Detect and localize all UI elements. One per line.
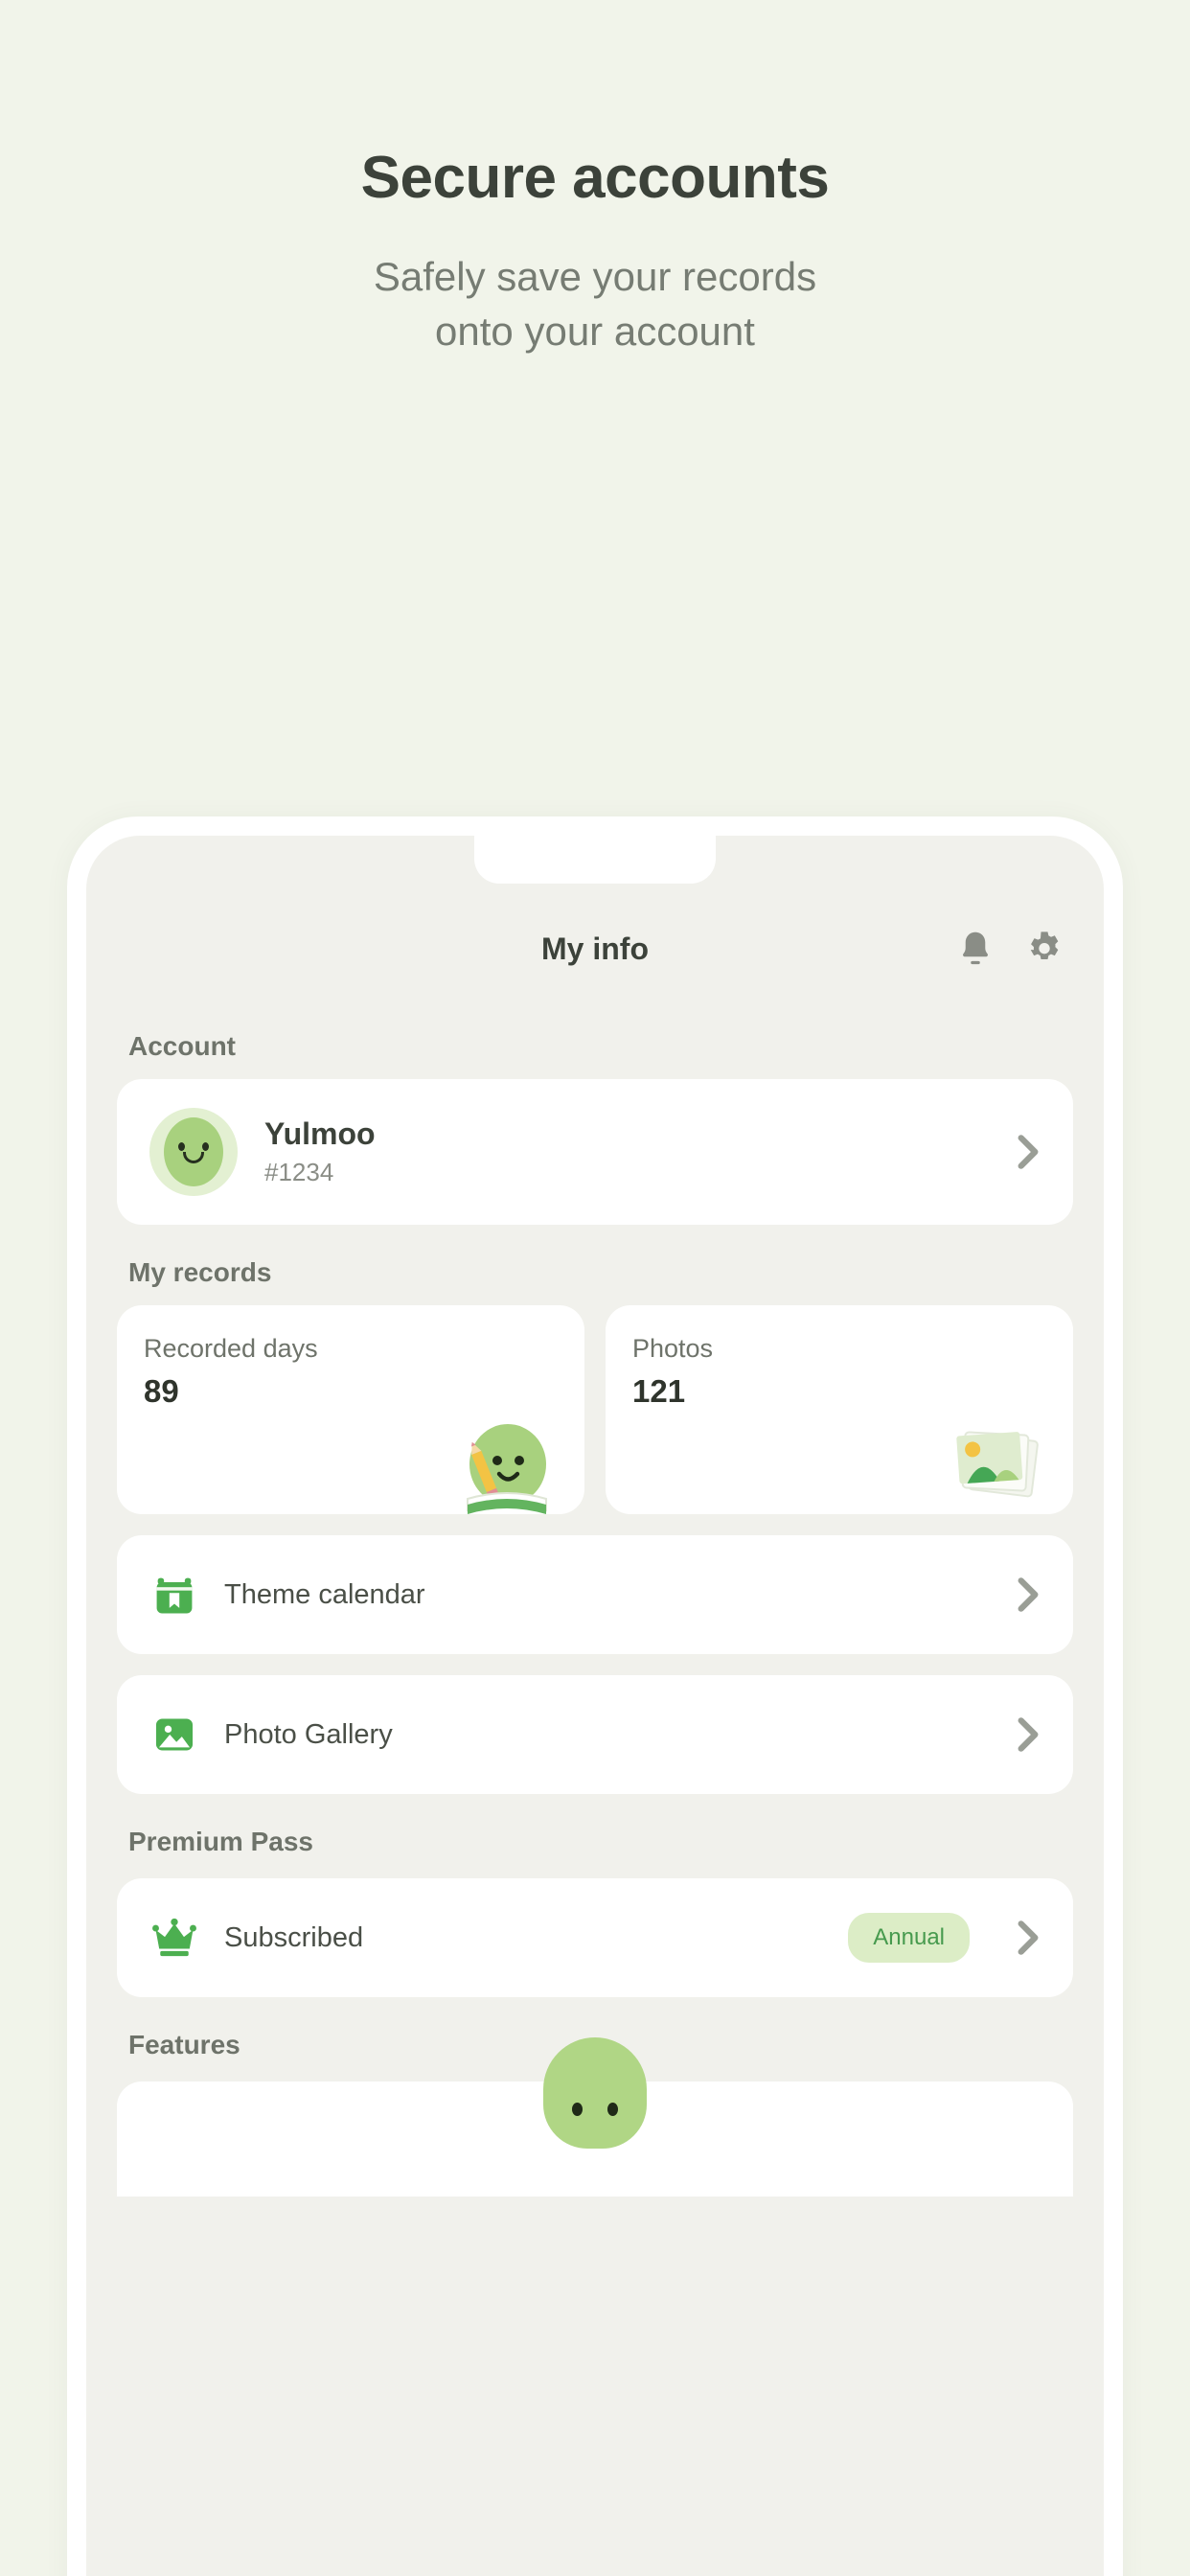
avatar-eye-left: [178, 1142, 185, 1151]
premium-label: Subscribed: [224, 1921, 364, 1953]
promo-header: Secure accounts Safely save your records…: [0, 0, 1190, 359]
phone-mockup: My info Account Yulmoo #1234 My records …: [67, 816, 1123, 2576]
peek-eye-right: [607, 2103, 618, 2116]
promo-subtitle-line-2: onto your account: [435, 308, 755, 354]
chevron-right-icon[interactable]: [1016, 1917, 1041, 1959]
stat-label: Recorded days: [144, 1334, 318, 1363]
premium-row[interactable]: Subscribed Annual: [117, 1878, 1073, 1997]
promo-subtitle-line-1: Safely save your records: [373, 254, 817, 300]
bell-icon[interactable]: [954, 928, 996, 970]
section-label-account: Account: [128, 1031, 236, 1061]
peek-eye-left: [572, 2103, 583, 2116]
app-content: Account Yulmoo #1234 My records Recorded…: [86, 1031, 1104, 2196]
avatar: [149, 1108, 238, 1196]
crown-icon: [149, 1913, 199, 1963]
account-text: Yulmoo #1234: [264, 1116, 376, 1187]
avatar-mouth: [183, 1152, 204, 1163]
gear-icon[interactable]: [1023, 928, 1065, 970]
stats-row: Recorded days 89 Photos 121: [117, 1305, 1073, 1514]
link-row-photo-gallery[interactable]: Photo Gallery: [117, 1675, 1073, 1794]
avatar-eye-right: [202, 1142, 209, 1151]
link-label: Photo Gallery: [224, 1718, 393, 1750]
header-actions: [954, 928, 1065, 970]
stat-label: Photos: [632, 1334, 714, 1363]
stat-card-recorded-days[interactable]: Recorded days 89: [117, 1305, 584, 1514]
account-id: #1234: [264, 1158, 334, 1186]
chevron-right-icon[interactable]: [1016, 1714, 1041, 1756]
stat-card-photos[interactable]: Photos 121: [606, 1305, 1073, 1514]
promo-subtitle: Safely save your records onto your accou…: [0, 250, 1190, 358]
phone-notch: [474, 836, 716, 884]
account-name: Yulmoo: [264, 1116, 376, 1151]
promo-screenshot-page: Secure accounts Safely save your records…: [0, 0, 1190, 2576]
peeking-blob-icon: [543, 2037, 647, 2149]
status-badge: Annual: [848, 1913, 970, 1963]
account-card[interactable]: Yulmoo #1234: [117, 1079, 1073, 1225]
blob-writing-in-book-icon: [445, 1405, 569, 1514]
photo-stack-icon: [933, 1405, 1058, 1514]
phone-screen: My info Account Yulmoo #1234 My records …: [86, 836, 1104, 2576]
link-row-theme-calendar[interactable]: Theme calendar: [117, 1535, 1073, 1654]
feature-card[interactable]: [117, 2037, 1073, 2196]
chevron-right-icon[interactable]: [1016, 1131, 1041, 1173]
promo-title: Secure accounts: [360, 145, 830, 211]
smiley-blob-avatar-icon: [164, 1117, 223, 1186]
image-icon: [149, 1710, 199, 1760]
section-label-records: My records: [128, 1257, 272, 1287]
app-header: My info: [86, 891, 1104, 1006]
link-label: Theme calendar: [224, 1578, 425, 1610]
page-title: My info: [541, 931, 649, 966]
chevron-right-icon[interactable]: [1016, 1574, 1041, 1616]
calendar-bookmark-icon: [149, 1570, 199, 1620]
section-label-premium: Premium Pass: [128, 1827, 313, 1856]
